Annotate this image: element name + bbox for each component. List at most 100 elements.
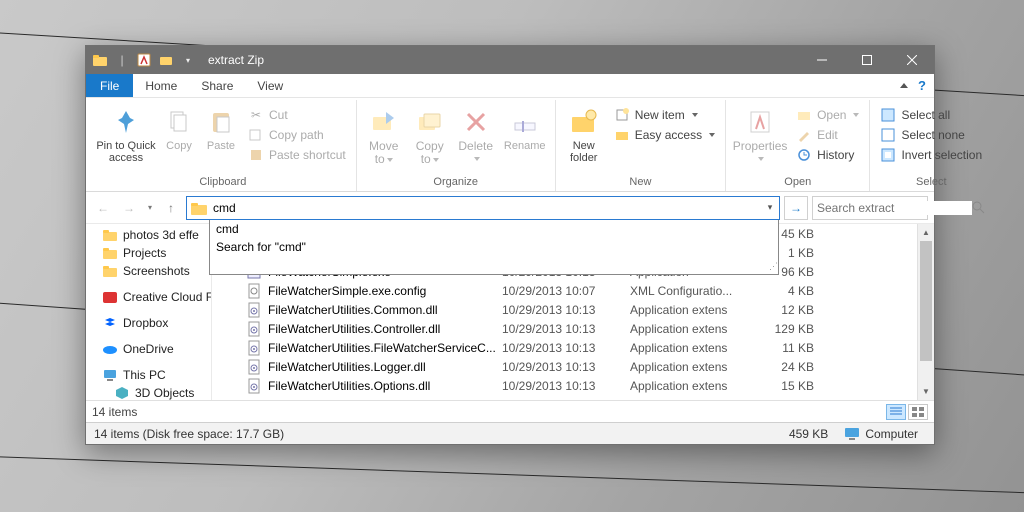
address-input[interactable]: [211, 201, 761, 215]
rename-button[interactable]: Rename: [501, 104, 549, 154]
easy-access-button[interactable]: Easy access: [610, 126, 719, 144]
new-folder-button[interactable]: New folder: [562, 104, 606, 166]
file-row[interactable]: FileWatcherUtilities.Common.dll10/29/201…: [212, 300, 934, 319]
history-button[interactable]: History: [792, 146, 863, 164]
selectnone-icon: [880, 127, 896, 143]
properties-button[interactable]: Properties: [732, 104, 788, 167]
copy-button[interactable]: Copy: [160, 104, 198, 154]
copy-icon: [163, 106, 195, 138]
close-button[interactable]: [889, 46, 934, 74]
group-open: Properties Open Edit History Open: [726, 100, 870, 191]
folder-icon: [102, 263, 118, 279]
select-all-button[interactable]: Select all: [876, 106, 986, 124]
help-icon[interactable]: ?: [918, 78, 926, 93]
nav-tree[interactable]: photos 3d effeProjectsScreenshots Creativ…: [86, 224, 212, 400]
easyaccess-icon: [614, 127, 630, 143]
search-input[interactable]: [817, 201, 972, 215]
tree-item[interactable]: This PC: [86, 366, 211, 384]
address-dropdown-icon[interactable]: ▾: [761, 202, 779, 213]
group-select: Select all Select none Invert selection …: [870, 100, 992, 191]
copy-to-button[interactable]: Copy to: [409, 104, 451, 168]
minimize-button[interactable]: [799, 46, 844, 74]
scroll-thumb[interactable]: [920, 241, 932, 361]
file-row[interactable]: FileWatcherUtilities.Controller.dll10/29…: [212, 319, 934, 338]
tree-item[interactable]: 3D Objects: [86, 384, 211, 400]
move-to-button[interactable]: Move to: [363, 104, 405, 168]
address-suggest: cmd Search for "cmd" ⋰: [209, 220, 779, 275]
tree-item[interactable]: OneDrive: [86, 340, 211, 358]
tree-item[interactable]: Dropbox: [86, 314, 211, 332]
recent-dropdown[interactable]: ▾: [144, 197, 156, 219]
delete-icon: [460, 106, 492, 138]
tab-share[interactable]: Share: [189, 74, 245, 97]
file-row[interactable]: FileWatcherUtilities.Options.dll10/29/20…: [212, 376, 934, 395]
address-bar[interactable]: ▾ cmd Search for "cmd" ⋰: [186, 196, 780, 220]
newitem-icon: [614, 107, 630, 123]
qat-dropdown-icon[interactable]: ▾: [180, 52, 196, 68]
thumbnails-view-button[interactable]: [908, 404, 928, 420]
open-icon: [796, 107, 812, 123]
file-icon: [246, 283, 262, 299]
back-button[interactable]: ←: [92, 197, 114, 219]
resize-handle-icon[interactable]: ⋰: [769, 261, 776, 272]
paste-shortcut-icon: [248, 147, 264, 163]
suggest-item[interactable]: cmd: [210, 220, 778, 238]
collapse-ribbon-icon[interactable]: [900, 83, 908, 88]
select-none-button[interactable]: Select none: [876, 126, 986, 144]
details-view-button[interactable]: [886, 404, 906, 420]
tree-item[interactable]: Projects: [86, 244, 211, 262]
ribbon-tabs: File Home Share View ?: [86, 74, 934, 98]
newfolder-icon: [568, 106, 600, 138]
file-icon: [246, 302, 262, 318]
tab-view[interactable]: View: [245, 74, 295, 97]
edit-button[interactable]: Edit: [792, 126, 863, 144]
delete-button[interactable]: Delete: [455, 104, 497, 167]
paste-shortcut-button[interactable]: Paste shortcut: [244, 146, 350, 164]
file-icon: [246, 378, 262, 394]
invert-selection-button[interactable]: Invert selection: [876, 146, 986, 164]
scrollbar[interactable]: ▲ ▼: [917, 224, 934, 400]
titlebar[interactable]: | ▾ extract Zip: [86, 46, 934, 74]
scroll-down-icon[interactable]: ▼: [918, 383, 934, 400]
tree-item[interactable]: Creative Cloud Files: [86, 288, 211, 306]
up-button[interactable]: ↑: [160, 197, 182, 219]
cut-button[interactable]: ✂Cut: [244, 106, 350, 124]
file-row[interactable]: FileWatcherUtilities.Logger.dll10/29/201…: [212, 357, 934, 376]
group-organize: Move to Copy to Delete Rename Organize: [357, 100, 556, 191]
file-row[interactable]: FileWatcherUtilities.FileWatcherServiceC…: [212, 338, 934, 357]
tab-home[interactable]: Home: [133, 74, 189, 97]
copy-path-button[interactable]: Copy path: [244, 126, 350, 144]
item-count: 14 items: [92, 405, 137, 419]
group-clipboard: Pin to Quick access Copy Paste ✂Cut Copy…: [90, 100, 357, 191]
forward-button[interactable]: →: [118, 197, 140, 219]
tab-file[interactable]: File: [86, 74, 133, 97]
search-box[interactable]: [812, 196, 928, 220]
edit-icon: [796, 127, 812, 143]
group-new: New folder New item Easy access New: [556, 100, 726, 191]
go-button[interactable]: →: [784, 196, 808, 220]
tree-item[interactable]: Screenshots: [86, 262, 211, 280]
paste-button[interactable]: Paste: [202, 104, 240, 154]
tree-item[interactable]: photos 3d effe: [86, 226, 211, 244]
maximize-button[interactable]: [844, 46, 889, 74]
new-folder-icon[interactable]: [158, 52, 174, 68]
file-icon: [246, 340, 262, 356]
folder-icon: [102, 227, 118, 243]
items-bar: 14 items: [86, 400, 934, 422]
status-computer: Computer: [836, 427, 926, 441]
status-bar: 14 items (Disk free space: 17.7 GB) 459 …: [86, 422, 934, 444]
nav-row: ← → ▾ ↑ ▾ cmd Search for "cmd" ⋰ →: [86, 192, 934, 224]
cut-icon: ✂: [248, 107, 264, 123]
new-item-button[interactable]: New item: [610, 106, 719, 124]
copypath-icon: [248, 127, 264, 143]
properties-icon[interactable]: [136, 52, 152, 68]
pin-to-quick-access-button[interactable]: Pin to Quick access: [96, 104, 156, 166]
scroll-up-icon[interactable]: ▲: [918, 224, 934, 241]
file-icon: [246, 321, 262, 337]
paste-icon: [205, 106, 237, 138]
open-button[interactable]: Open: [792, 106, 863, 124]
history-icon: [796, 147, 812, 163]
move-icon: [368, 106, 400, 138]
suggest-item[interactable]: Search for "cmd": [210, 238, 778, 256]
file-row[interactable]: FileWatcherSimple.exe.config10/29/2013 1…: [212, 281, 934, 300]
